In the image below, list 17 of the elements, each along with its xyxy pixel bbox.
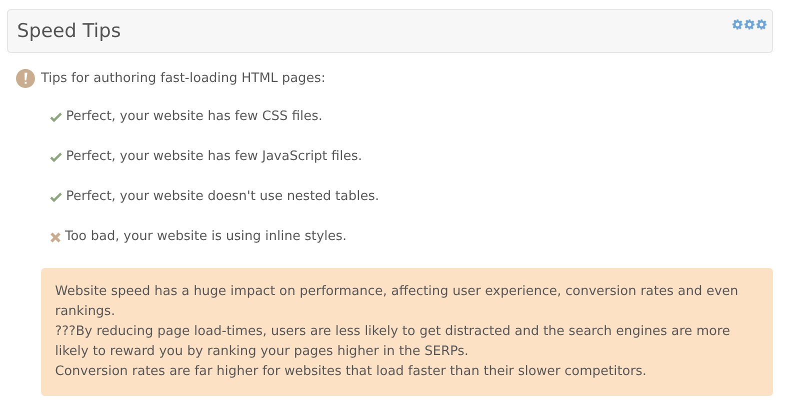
note-text: Conversion rates are far higher for websites that load faster than their slower competitors. xyxy=(55,363,648,381)
panel-title: Speed Tips xyxy=(17,20,121,42)
tip-text: Too bad, your website is using inline styles. xyxy=(65,228,347,246)
tip-text: Perfect, your website has few JavaScript files. xyxy=(66,148,362,166)
check-icon xyxy=(50,112,62,122)
check-icon xyxy=(50,192,62,202)
check-icon xyxy=(50,152,62,162)
tip-text: Perfect, your website has few CSS files. xyxy=(66,108,323,126)
cross-icon xyxy=(50,232,61,242)
gear-icon[interactable] xyxy=(732,19,743,30)
gear-icon[interactable] xyxy=(756,19,767,30)
intro-text: Tips for authoring fast-loading HTML pages: xyxy=(41,71,326,86)
note-text: ???By reducing page load-times, users are less likely to get distracted and the search engines are more likely to reward you by ranking your pages higher in the SERPs. xyxy=(55,323,732,361)
exclamation-icon xyxy=(16,69,35,88)
gear-icon[interactable] xyxy=(744,19,755,30)
tip-text: Perfect, your website doesn't use nested tables. xyxy=(66,188,380,206)
note-text: Website speed has a huge impact on performance, affecting user experience, conversion rates and even rankings. xyxy=(55,283,740,321)
